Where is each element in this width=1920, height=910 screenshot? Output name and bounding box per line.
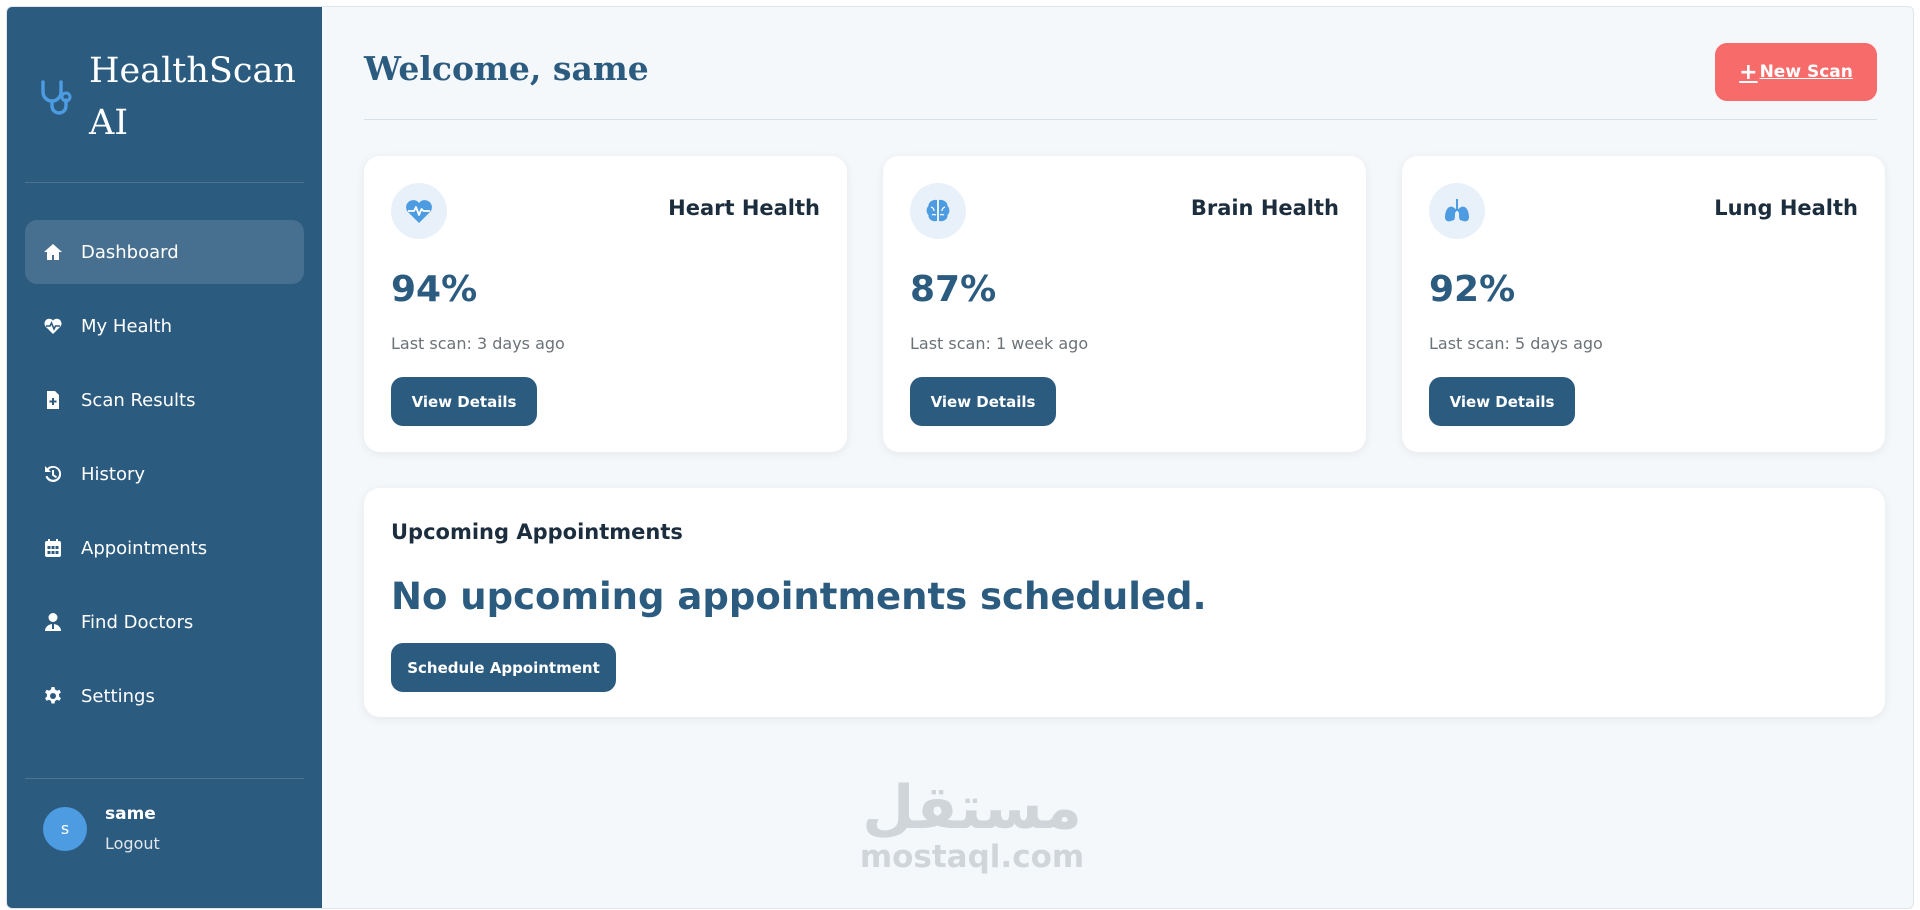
file-medical-icon xyxy=(43,390,63,410)
card-value: 92% xyxy=(1429,269,1516,310)
view-details-button[interactable]: View Details xyxy=(910,377,1056,426)
brain-health-card: Brain Health 87% Last scan: 1 week ago V… xyxy=(883,156,1366,452)
sidebar-item-label: My Health xyxy=(81,315,173,337)
sidebar-item-scan-results[interactable]: Scan Results xyxy=(25,368,304,432)
avatar[interactable]: s xyxy=(43,806,87,851)
history-icon xyxy=(43,464,63,484)
health-cards: Heart Health 94% Last scan: 3 days ago V… xyxy=(364,156,1885,452)
last-scan-text: Last scan: 3 days ago xyxy=(391,334,565,353)
app-window: HealthScan AI Dashboard My Health Scan R… xyxy=(6,6,1914,909)
sidebar-item-label: Settings xyxy=(81,685,155,707)
sidebar-item-label: Appointments xyxy=(81,537,208,559)
schedule-appointment-button[interactable]: Schedule Appointment xyxy=(391,643,616,692)
sidebar: HealthScan AI Dashboard My Health Scan R… xyxy=(7,7,322,908)
watermark-latin: mostaql.com xyxy=(859,839,1085,875)
gear-icon xyxy=(43,686,63,706)
view-details-button[interactable]: View Details xyxy=(1429,377,1575,426)
stethoscope-icon xyxy=(37,78,77,118)
heart-health-card: Heart Health 94% Last scan: 3 days ago V… xyxy=(364,156,847,452)
lungs-icon xyxy=(1429,183,1485,239)
user-name: same xyxy=(105,804,156,824)
sidebar-item-my-health[interactable]: My Health xyxy=(25,294,304,358)
divider xyxy=(25,778,304,779)
brand-name: HealthScan AI xyxy=(89,51,296,143)
sidebar-item-label: Find Doctors xyxy=(81,611,194,633)
new-scan-button[interactable]: + New Scan xyxy=(1715,43,1877,101)
plus-icon: + xyxy=(1739,59,1758,85)
divider xyxy=(364,119,1877,120)
sidebar-item-dashboard[interactable]: Dashboard xyxy=(25,220,304,284)
last-scan-text: Last scan: 1 week ago xyxy=(910,334,1089,353)
card-value: 94% xyxy=(391,269,478,310)
logout-link[interactable]: Logout xyxy=(105,834,160,853)
card-title: Heart Health xyxy=(668,196,820,220)
card-title: Lung Health xyxy=(1714,196,1858,220)
card-value: 87% xyxy=(910,269,997,310)
watermark-arabic: مستقل xyxy=(862,773,1082,843)
sidebar-item-appointments[interactable]: Appointments xyxy=(25,516,304,580)
page-title: Welcome, same xyxy=(364,49,649,88)
divider xyxy=(25,182,304,183)
main-content: Welcome, same + New Scan Heart Health 94… xyxy=(322,7,1913,908)
sidebar-item-find-doctors[interactable]: Find Doctors xyxy=(25,590,304,654)
sidebar-item-label: History xyxy=(81,463,146,485)
appointments-panel: Upcoming Appointments No upcoming appoin… xyxy=(364,488,1885,717)
empty-appointments-message: No upcoming appointments scheduled. xyxy=(391,575,1207,618)
sidebar-item-history[interactable]: History xyxy=(25,442,304,506)
sidebar-item-label: Scan Results xyxy=(81,389,196,411)
brain-icon xyxy=(910,183,966,239)
sidebar-item-settings[interactable]: Settings xyxy=(25,664,304,728)
watermark: مستقل mostaql.com xyxy=(852,777,1092,875)
heart-pulse-icon xyxy=(43,316,63,336)
view-details-button[interactable]: View Details xyxy=(391,377,537,426)
calendar-icon xyxy=(43,538,63,558)
lung-health-card: Lung Health 92% Last scan: 5 days ago Vi… xyxy=(1402,156,1885,452)
last-scan-text: Last scan: 5 days ago xyxy=(1429,334,1603,353)
sidebar-nav: Dashboard My Health Scan Results History xyxy=(25,220,304,738)
brand[interactable]: HealthScan AI xyxy=(37,45,296,149)
user-panel: s same Logout xyxy=(43,804,160,853)
new-scan-label: New Scan xyxy=(1759,62,1853,82)
sidebar-item-label: Dashboard xyxy=(81,241,179,263)
appointments-title: Upcoming Appointments xyxy=(391,520,683,544)
card-title: Brain Health xyxy=(1190,196,1339,220)
doctor-icon xyxy=(43,612,63,632)
home-icon xyxy=(43,242,63,262)
heartbeat-icon xyxy=(391,183,447,239)
